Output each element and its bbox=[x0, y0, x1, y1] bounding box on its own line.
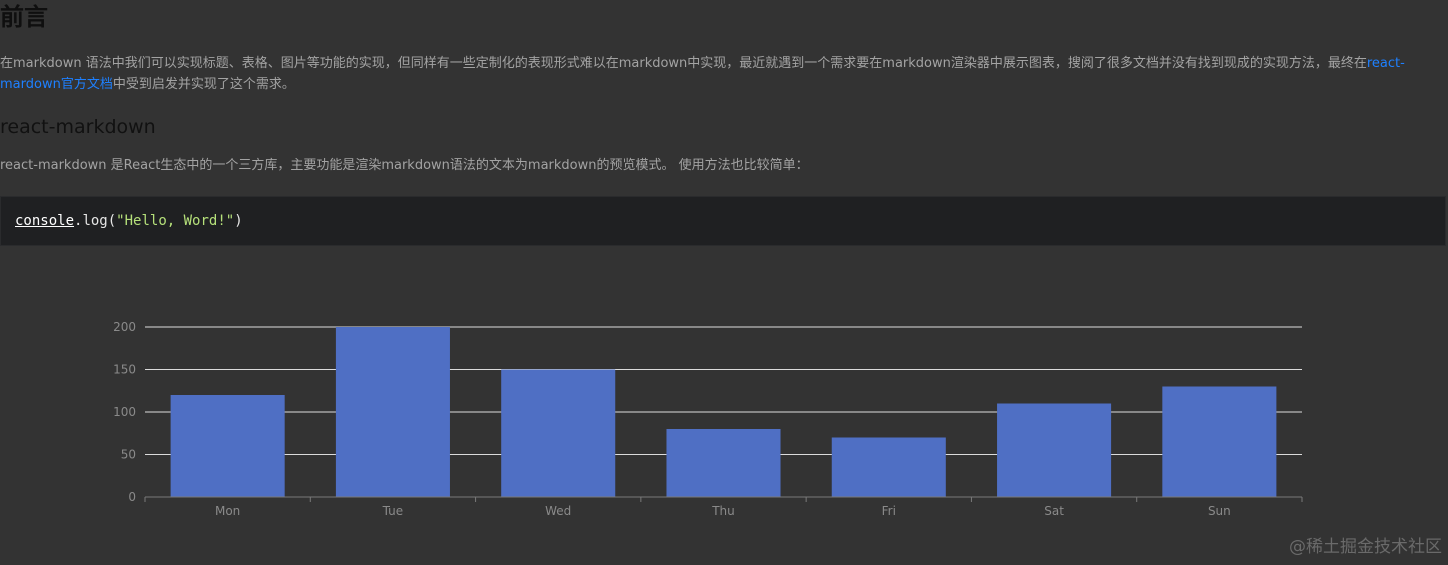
bar-tue bbox=[335, 327, 450, 497]
description-paragraph: react-markdown 是React生态中的一个三方库，主要功能是渲染ma… bbox=[0, 158, 809, 173]
bar-sat bbox=[997, 403, 1112, 497]
x-tick-label: Sat bbox=[1044, 504, 1064, 518]
intro-text: 在markdown 语法中我们可以实现标题、表格、图片等功能的实现，但同样有一些… bbox=[0, 56, 1367, 71]
bar-thu bbox=[666, 429, 781, 497]
code-line: console.log("Hello, Word!") bbox=[15, 211, 243, 231]
bar-fri bbox=[831, 437, 946, 497]
code-object: console bbox=[15, 213, 75, 229]
x-tick-label: Thu bbox=[711, 504, 735, 518]
bar-sun bbox=[1162, 386, 1277, 497]
y-tick-label: 100 bbox=[113, 405, 136, 419]
x-tick-label: Mon bbox=[215, 504, 240, 518]
code-close-paren: ) bbox=[234, 213, 243, 229]
x-tick-label: Tue bbox=[382, 504, 404, 518]
y-tick-label: 50 bbox=[121, 448, 136, 462]
y-tick-label: 0 bbox=[128, 490, 136, 504]
code-string: "Hello, Word!" bbox=[116, 213, 235, 229]
watermark: @稀土掘金技术社区 bbox=[1289, 537, 1442, 557]
bar-mon bbox=[170, 395, 285, 497]
code-block: console.log("Hello, Word!") bbox=[0, 196, 1446, 246]
article-page: 前言 在markdown 语法中我们可以实现标题、表格、图片等功能的实现，但同样… bbox=[0, 0, 1448, 565]
x-tick-label: Wed bbox=[545, 504, 571, 518]
intro-text-end: 中受到启发并实现了这个需求。 bbox=[112, 77, 295, 92]
section-heading: react-markdown bbox=[0, 116, 156, 138]
y-tick-label: 150 bbox=[113, 363, 136, 377]
article-heading: 前言 bbox=[0, 3, 48, 31]
y-tick-label: 200 bbox=[113, 320, 136, 334]
bar-wed bbox=[501, 369, 616, 497]
code-method: .log( bbox=[74, 213, 117, 229]
intro-paragraph: 在markdown 语法中我们可以实现标题、表格、图片等功能的实现，但同样有一些… bbox=[0, 53, 1440, 95]
x-tick-label: Fri bbox=[882, 504, 896, 518]
x-tick-label: Sun bbox=[1208, 504, 1231, 518]
bar-chart-svg: 0 50 100 150 200 Mon Tue Wed Thu Fri Sat Sun bbox=[113, 320, 1303, 518]
bar-chart: 0 50 100 150 200 Mon Tue Wed Thu Fri Sat Sun bbox=[0, 250, 1448, 550]
